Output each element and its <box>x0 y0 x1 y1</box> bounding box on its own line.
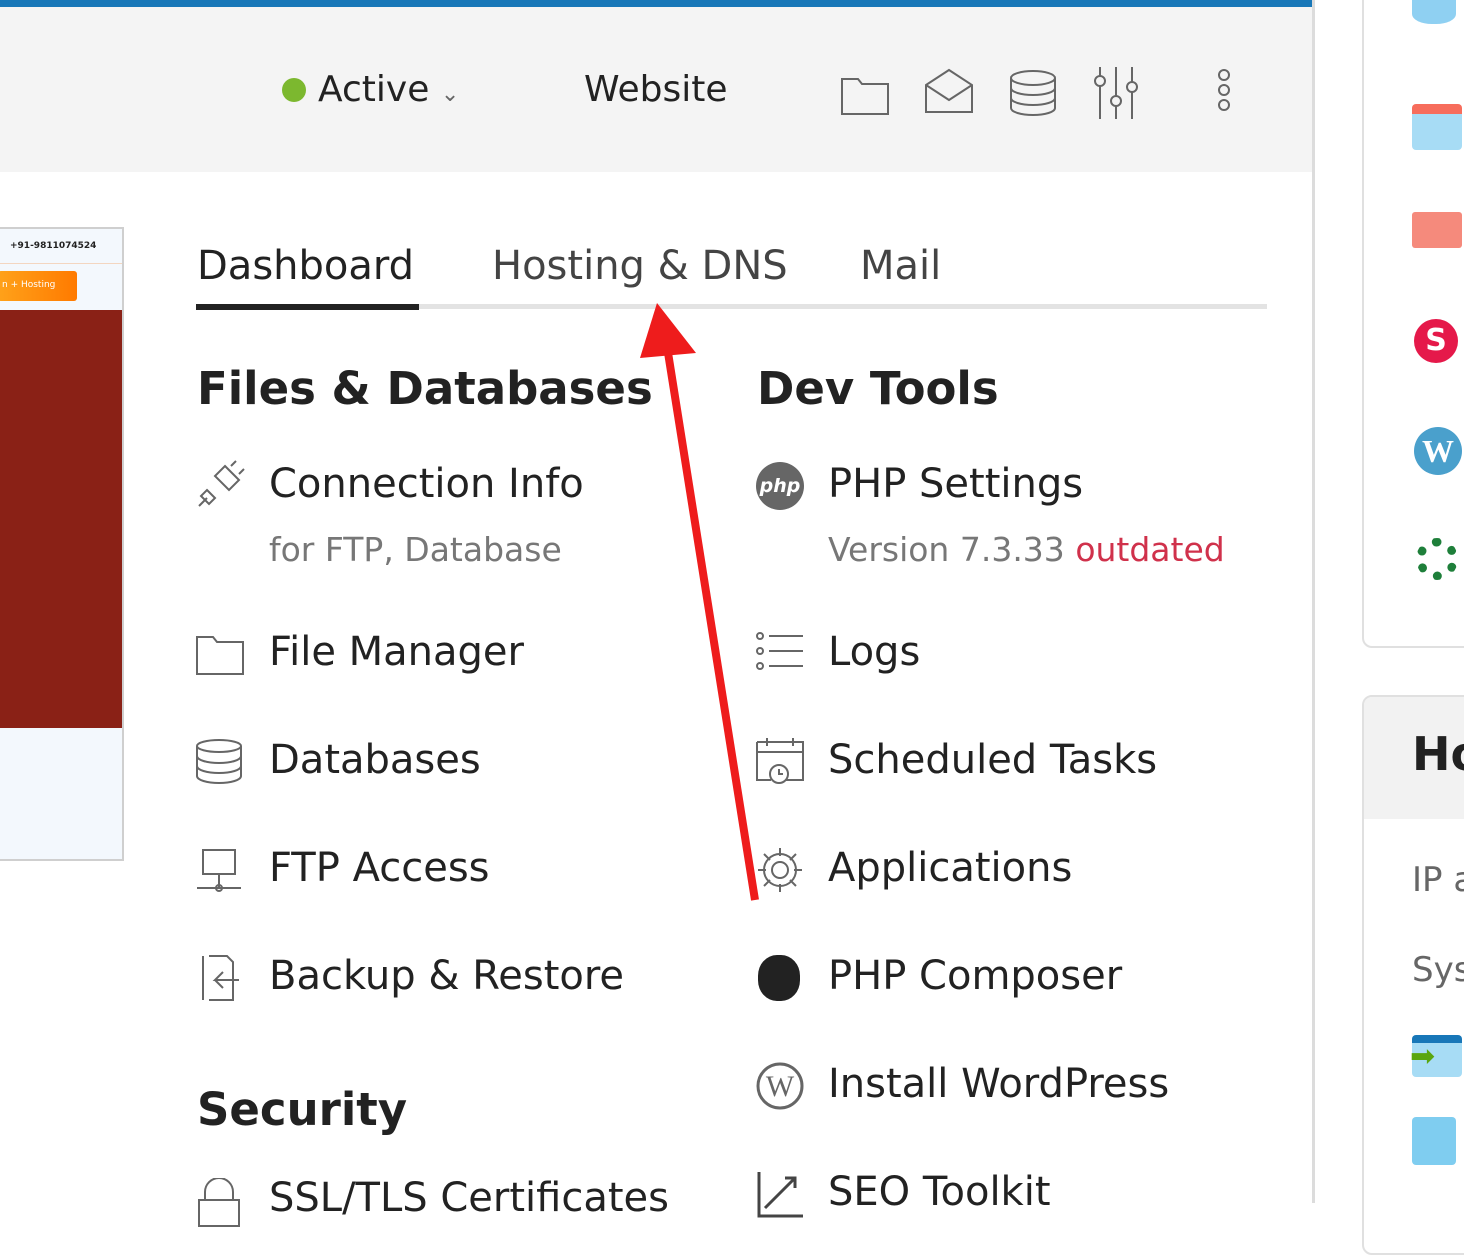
scheduled-tasks-icon <box>756 738 804 784</box>
mail-app-icon[interactable] <box>1412 212 1462 248</box>
composer-icon <box>758 955 800 1001</box>
database-app-icon[interactable] <box>1412 0 1456 24</box>
status-label: Active <box>318 69 430 110</box>
php-icon: php <box>756 462 804 510</box>
folder-icon <box>196 636 244 675</box>
php-version: Version 7.3.33 <box>828 530 1065 569</box>
dev-tools-heading: Dev Tools <box>757 362 999 415</box>
website-preview[interactable]: +91-9811074524 n + Hosting <box>0 227 124 861</box>
seo-chart-icon <box>757 1172 803 1218</box>
folder-icon[interactable] <box>840 71 890 117</box>
applications-link[interactable]: Applications <box>828 845 1072 891</box>
preview-banner <box>0 310 122 728</box>
connection-info-subtitle: for FTP, Database <box>269 530 562 569</box>
files-databases-heading: Files & Databases <box>197 362 653 415</box>
tab-dashboard[interactable]: Dashboard <box>197 243 414 289</box>
svg-text:W: W <box>766 1070 795 1103</box>
wordpress-app-icon[interactable]: W <box>1414 427 1462 475</box>
ip-address-label: IP a <box>1412 860 1464 900</box>
backup-restore-link[interactable]: Backup & Restore <box>269 953 624 999</box>
top-accent-bar <box>0 0 1313 7</box>
mail-icon[interactable] <box>924 67 974 115</box>
install-wordpress-link[interactable]: Install WordPress <box>828 1061 1169 1107</box>
outdated-badge: outdated <box>1075 530 1225 569</box>
security-heading: Security <box>197 1083 408 1136</box>
databases-link[interactable]: Databases <box>269 737 481 783</box>
annotation-arrow <box>640 303 759 901</box>
green-star-app-icon[interactable] <box>1416 538 1458 580</box>
hosting-card: Ho IP a Sys ➡ <box>1362 695 1464 1255</box>
php-composer-link[interactable]: PHP Composer <box>828 953 1122 999</box>
settings-app-icon[interactable] <box>1412 1117 1456 1165</box>
status-dot <box>282 78 306 102</box>
subscription-header: Active ⌄ Website <box>0 7 1313 172</box>
lock-icon <box>198 1178 240 1227</box>
spiral-app-icon[interactable]: S <box>1414 319 1458 363</box>
hosting-card-title: Ho <box>1412 727 1464 781</box>
database-icon <box>196 739 242 785</box>
sliders-icon[interactable] <box>1092 65 1140 119</box>
plug-icon <box>198 460 245 507</box>
system-label: Sys <box>1412 950 1464 990</box>
apps-card: S W <box>1362 0 1464 648</box>
tab-hosting-dns[interactable]: Hosting & DNS <box>492 243 788 289</box>
chevron-down-icon: ⌄ <box>440 82 460 107</box>
list-icon <box>756 632 803 670</box>
scheduled-tasks-link[interactable]: Scheduled Tasks <box>828 737 1157 783</box>
preview-phone: +91-9811074524 <box>10 241 97 251</box>
php-settings-link[interactable]: PHP Settings <box>828 461 1083 507</box>
backup-icon <box>202 955 239 1001</box>
status-dropdown[interactable]: Active ⌄ <box>318 69 459 110</box>
forward-app-icon[interactable]: ➡ <box>1410 1035 1462 1077</box>
seo-toolkit-link[interactable]: SEO Toolkit <box>828 1169 1051 1215</box>
connection-info-link[interactable]: Connection Info <box>269 461 584 507</box>
active-tab-indicator <box>196 304 419 310</box>
gear-icon <box>758 848 802 892</box>
panel-divider <box>1312 0 1315 1203</box>
database-icon[interactable] <box>1008 69 1058 119</box>
calendar-app-icon[interactable] <box>1412 104 1462 150</box>
ssl-certificates-link[interactable]: SSL/TLS Certificates <box>269 1175 669 1221</box>
ftp-access-link[interactable]: FTP Access <box>269 845 490 891</box>
more-vertical-icon[interactable] <box>1214 67 1234 121</box>
file-manager-link[interactable]: File Manager <box>269 629 524 675</box>
website-link[interactable]: Website <box>584 69 728 110</box>
preview-button: n + Hosting <box>0 271 77 301</box>
wordpress-icon: W <box>756 1062 804 1110</box>
ftp-icon <box>197 849 241 892</box>
tab-mail[interactable]: Mail <box>860 243 941 289</box>
logs-link[interactable]: Logs <box>828 629 920 675</box>
